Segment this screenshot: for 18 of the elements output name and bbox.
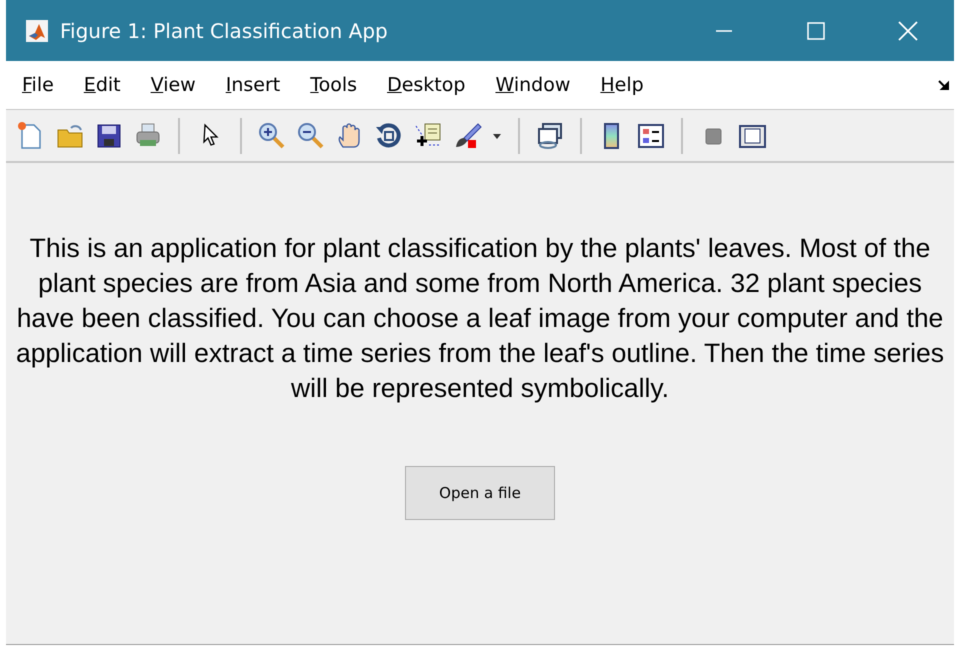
close-icon[interactable] <box>897 20 919 42</box>
open-file-button[interactable]: Open a file <box>405 466 555 520</box>
window-title: Figure 1: Plant Classification App <box>60 18 388 42</box>
menu-item[interactable]: Tools <box>308 74 386 96</box>
menu-item[interactable]: File <box>20 74 82 96</box>
menu-item[interactable]: Edit <box>82 74 149 96</box>
app-logo-icon <box>26 20 48 42</box>
linked-windows-icon[interactable] <box>535 120 565 150</box>
menu-item[interactable]: View <box>148 74 224 96</box>
description-text: This is an application for plant classification by the plants' leaves. Most of the plant species are from Asia and some from North America. 32 plant species have been classified. You can choose a leaf image from your computer and the application will extract a time series from the leaf's outline. Then the time series will be represented symbolically. <box>14 232 946 405</box>
menu-item[interactable]: Desktop <box>385 74 494 96</box>
zoom-in-icon[interactable] <box>257 120 287 150</box>
menu-item[interactable]: Window <box>493 74 598 96</box>
menu-item[interactable]: Help <box>598 74 672 96</box>
dock-arrow-icon[interactable] <box>938 79 950 91</box>
menu-item[interactable]: Insert <box>224 74 308 96</box>
zoom-out-icon[interactable] <box>296 120 326 150</box>
maximize-icon[interactable] <box>806 20 826 40</box>
